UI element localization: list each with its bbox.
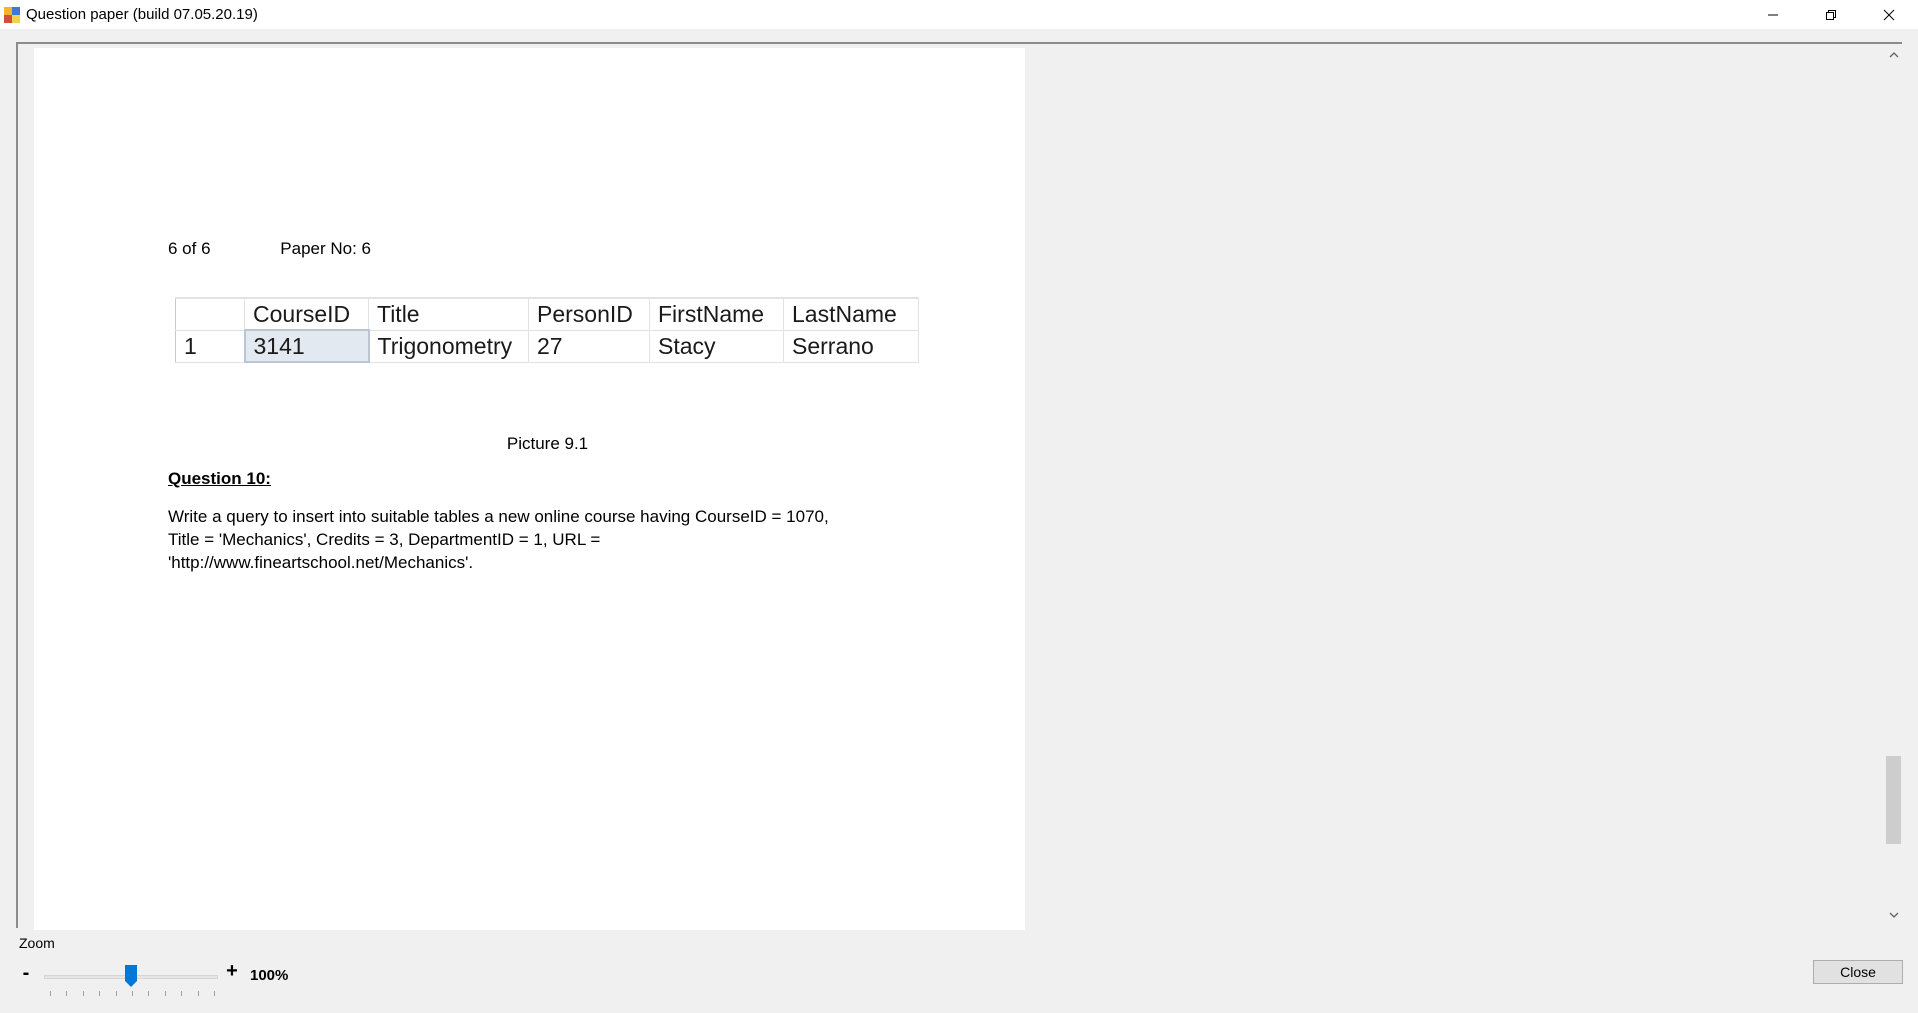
column-header: PersonID	[528, 297, 650, 331]
zoom-slider-thumb[interactable]	[125, 965, 137, 987]
question-line: 'http://www.fineartschool.net/Mechanics'…	[168, 553, 474, 572]
app-icon	[4, 6, 20, 23]
table-cell: Stacy	[649, 330, 784, 363]
close-button[interactable]: Close	[1813, 960, 1903, 984]
paper-number: Paper No: 6	[280, 239, 372, 258]
page-header: 6 of 6 Paper No: 6	[168, 239, 371, 259]
document-viewer[interactable]: 6 of 6 Paper No: 6 CourseID Title Person…	[16, 42, 1902, 930]
zoom-tick	[50, 991, 51, 996]
chevron-down-icon	[1889, 912, 1898, 918]
zoom-level: 100%	[250, 967, 289, 984]
table-header-row: CourseID Title PersonID FirstName LastNa…	[175, 297, 919, 331]
zoom-out-button[interactable]: -	[18, 962, 34, 985]
scrollbar-thumb[interactable]	[1886, 756, 1901, 844]
question-line: Write a query to insert into suitable ta…	[168, 507, 829, 526]
close-window-button[interactable]	[1860, 0, 1918, 29]
page-position: 6 of 6	[168, 239, 211, 258]
zoom-in-button[interactable]: +	[224, 960, 240, 983]
window-title: Question paper (build 07.05.20.19)	[26, 6, 258, 23]
chevron-up-icon	[1889, 51, 1898, 57]
column-header: Title	[368, 297, 529, 331]
picture-caption: Picture 9.1	[506, 434, 589, 453]
close-icon	[1883, 9, 1895, 20]
scroll-down-button[interactable]	[1885, 906, 1902, 923]
minimize-button[interactable]	[1744, 0, 1802, 29]
column-header: CourseID	[244, 297, 369, 331]
window-controls	[1744, 0, 1918, 29]
question-text: Write a query to insert into suitable ta…	[168, 505, 928, 574]
table-cell: 27	[528, 330, 650, 363]
column-header	[175, 297, 245, 331]
zoom-tick	[66, 991, 68, 996]
table-cell-selected: 3141	[243, 329, 370, 363]
minimize-icon	[1768, 14, 1778, 15]
picture-table: CourseID Title PersonID FirstName LastNa…	[175, 297, 919, 363]
table-cell: 1	[175, 330, 245, 363]
table-cell: Trigonometry	[368, 330, 529, 363]
zoom-label: Zoom	[19, 935, 55, 951]
restore-button[interactable]	[1802, 0, 1860, 29]
zoom-tick	[132, 991, 133, 996]
scroll-up-button[interactable]	[1885, 46, 1902, 63]
column-header: LastName	[783, 297, 919, 331]
vertical-scrollbar[interactable]	[1885, 44, 1902, 928]
zoom-tick	[197, 991, 199, 996]
zoom-tick	[115, 991, 117, 996]
restore-icon	[1826, 9, 1836, 20]
title-bar: Question paper (build 07.05.20.19)	[0, 0, 1918, 29]
zoom-tick	[148, 991, 150, 996]
column-header: FirstName	[649, 297, 784, 331]
zoom-tick	[181, 991, 183, 996]
zoom-tick	[99, 991, 101, 996]
zoom-tick	[82, 991, 84, 996]
question-page: 6 of 6 Paper No: 6 CourseID Title Person…	[34, 48, 1025, 930]
question-line: Title = 'Mechanics', Credits = 3, Depart…	[168, 530, 601, 549]
zoom-slider-ticks	[50, 991, 215, 997]
table-cell: Serrano	[783, 330, 919, 363]
question-title: Question 10:	[168, 469, 271, 488]
table-row: 1 3141 Trigonometry 27 Stacy Serrano	[175, 329, 919, 363]
zoom-tick	[214, 991, 215, 996]
zoom-tick	[164, 991, 166, 996]
